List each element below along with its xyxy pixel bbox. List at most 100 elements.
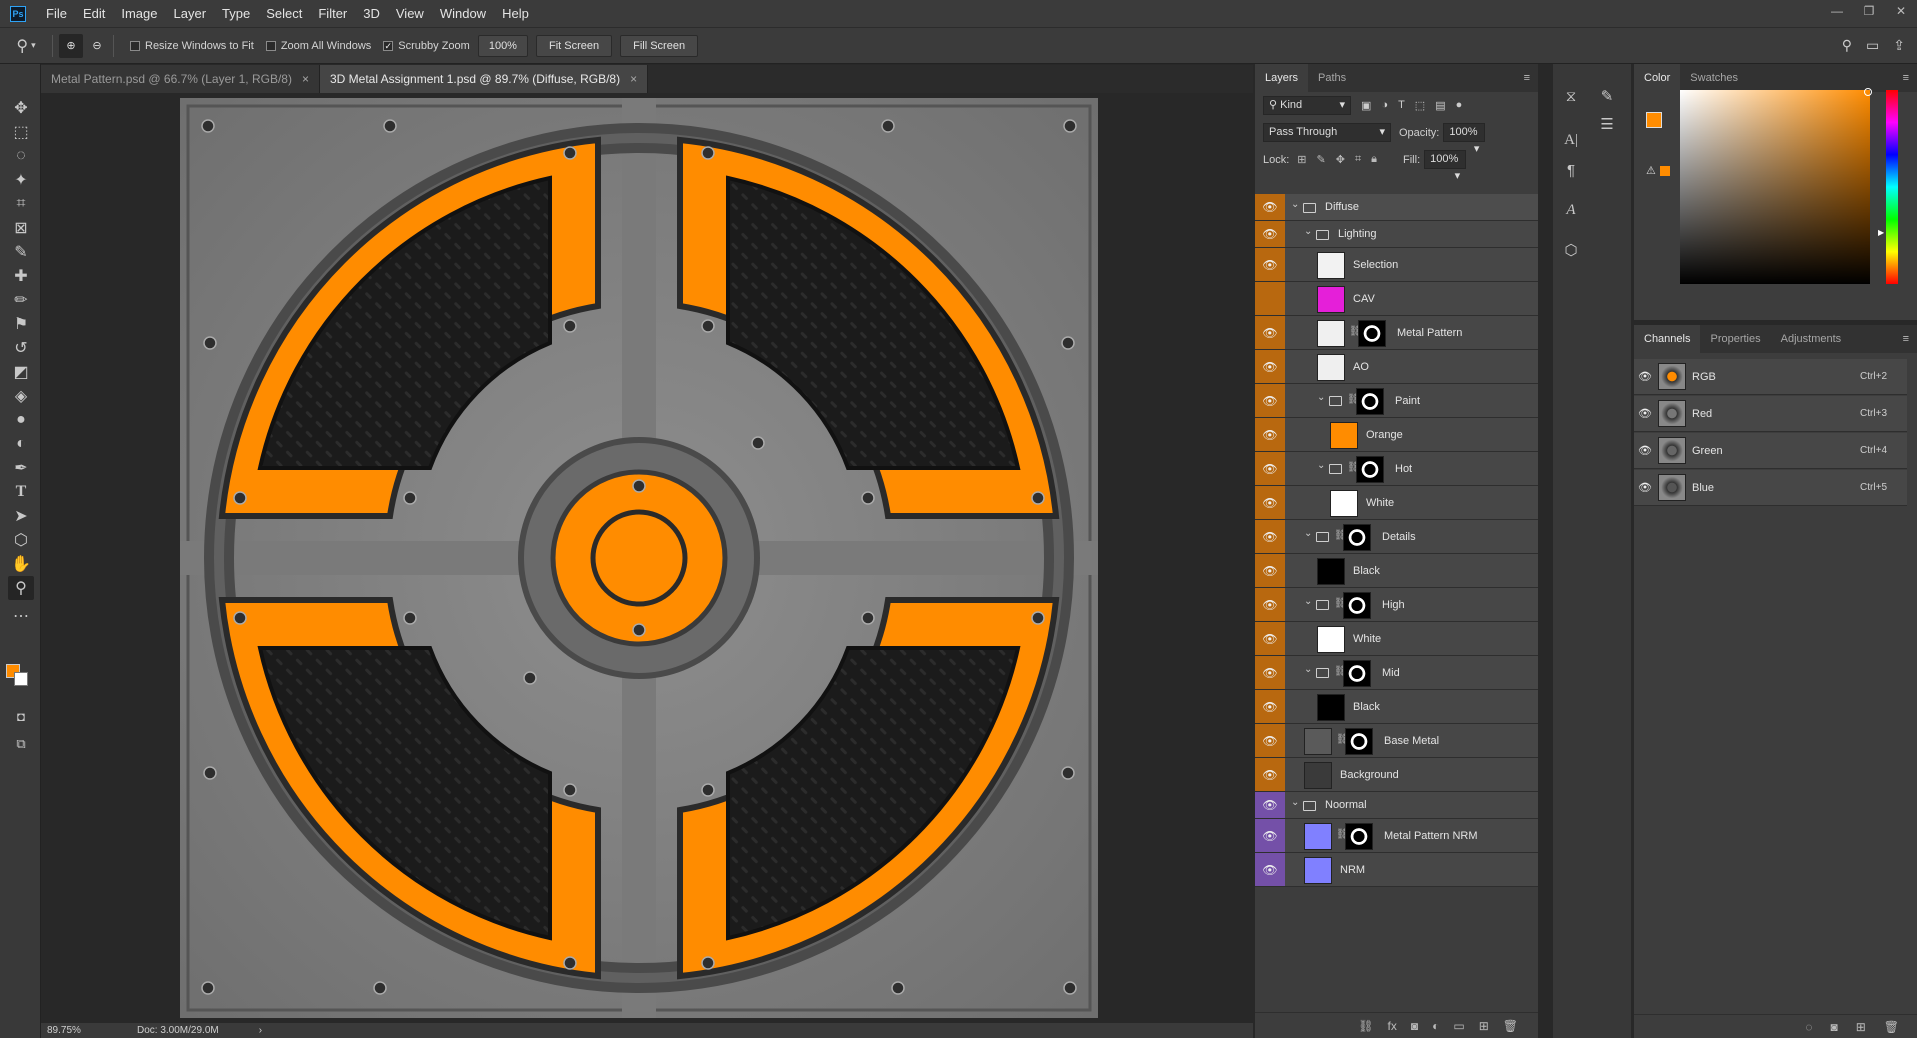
hue-slider[interactable]: [1886, 90, 1898, 284]
gamut-warning-icon[interactable]: ⚠: [1646, 164, 1656, 177]
3d-panel-icon[interactable]: ⬡: [1561, 240, 1581, 260]
opacity-field[interactable]: 100% ▾: [1443, 123, 1486, 155]
hue-slider-handle-icon[interactable]: ▶: [1878, 228, 1884, 237]
filter-pixel-icon[interactable]: ▣: [1361, 99, 1371, 112]
layer-thumbnail[interactable]: [1317, 286, 1345, 313]
layer-row[interactable]: 👁︎ Background: [1255, 758, 1538, 792]
menu-help[interactable]: Help: [494, 0, 537, 27]
channel-eye-icon[interactable]: 👁︎: [1634, 433, 1656, 468]
layer-group-row[interactable]: 👁︎ ⌄ ⛓ High: [1255, 588, 1538, 622]
healing-brush-tool-icon[interactable]: ✚: [8, 264, 34, 288]
channel-thumbnail[interactable]: [1658, 437, 1686, 464]
menu-edit[interactable]: Edit: [75, 0, 113, 27]
zoom-level[interactable]: 89.75%: [47, 1025, 107, 1036]
link-layers-icon[interactable]: ⛓: [1358, 1019, 1373, 1033]
visibility-eye-icon[interactable]: 👁︎: [1255, 690, 1285, 723]
delete-layer-icon[interactable]: 🗑︎: [1503, 1019, 1518, 1033]
layer-thumbnail[interactable]: [1304, 728, 1332, 755]
layer-thumbnail[interactable]: [1304, 823, 1332, 850]
filter-adjustment-icon[interactable]: ◑: [1381, 99, 1388, 112]
visibility-eye-icon[interactable]: 👁︎: [1255, 194, 1285, 220]
brush-tool-icon[interactable]: ✏: [8, 288, 34, 312]
channel-thumbnail[interactable]: [1658, 363, 1686, 390]
scrubby-zoom-checkbox[interactable]: ✓ Scrubby Zoom: [383, 40, 470, 52]
background-color-swatch[interactable]: [14, 672, 28, 686]
channel-row[interactable]: 👁︎ RGB Ctrl+2: [1634, 359, 1907, 395]
menu-3d[interactable]: 3D: [355, 0, 388, 27]
paint-bucket-tool-icon[interactable]: ◈: [8, 384, 34, 408]
panel-menu-icon[interactable]: ≡: [1524, 72, 1530, 84]
menu-window[interactable]: Window: [432, 0, 494, 27]
color-panel-menu-icon[interactable]: ≡: [1903, 72, 1909, 84]
visibility-eye-icon[interactable]: 👁︎: [1255, 418, 1285, 451]
history-panel-icon[interactable]: ⧖: [1561, 86, 1581, 106]
layer-thumbnail[interactable]: [1317, 558, 1345, 585]
layer-mask-thumbnail[interactable]: [1343, 524, 1371, 551]
blur-tool-icon[interactable]: ●: [8, 408, 34, 432]
eyedropper-tool-icon[interactable]: ✎: [8, 240, 34, 264]
channel-row[interactable]: 👁︎ Green Ctrl+4: [1634, 433, 1907, 469]
hand-tool-icon[interactable]: ✋: [8, 552, 34, 576]
expand-chevron-icon[interactable]: ⌄: [1304, 528, 1312, 539]
layer-mask-thumbnail[interactable]: [1358, 320, 1386, 347]
tab-channels[interactable]: Channels: [1634, 325, 1701, 353]
layer-row[interactable]: 👁︎ NRM: [1255, 853, 1538, 887]
lock-transparent-icon[interactable]: ⊞: [1297, 153, 1306, 166]
layer-group-row[interactable]: 👁︎ ⌄ ⛓ Details: [1255, 520, 1538, 554]
channel-row[interactable]: 👁︎ Blue Ctrl+5: [1634, 470, 1907, 506]
filter-toggle-icon[interactable]: ●: [1456, 99, 1463, 112]
fit-screen-button[interactable]: Fit Screen: [535, 34, 613, 57]
layer-mask-thumbnail[interactable]: [1345, 728, 1373, 755]
layer-row[interactable]: 👁︎ White: [1255, 622, 1538, 656]
save-selection-icon[interactable]: ◙: [1830, 1020, 1837, 1034]
layer-mask-thumbnail[interactable]: [1345, 823, 1373, 850]
visibility-eye-icon[interactable]: 👁︎: [1255, 554, 1285, 587]
zoom-tool-preset-icon[interactable]: ⚲ ▾: [6, 33, 46, 59]
visibility-eye-icon[interactable]: 👁︎: [1255, 486, 1285, 519]
channel-eye-icon[interactable]: 👁︎: [1634, 470, 1656, 505]
expand-chevron-icon[interactable]: ⌄: [1291, 199, 1299, 210]
filter-smart-object-icon[interactable]: ▤: [1435, 99, 1445, 112]
paragraph-panel-icon[interactable]: ¶: [1561, 160, 1581, 180]
lasso-tool-icon[interactable]: ◌: [8, 144, 34, 168]
layer-row[interactable]: 👁︎ Black: [1255, 554, 1538, 588]
workspace-icon[interactable]: ▭: [1866, 37, 1879, 54]
screen-mode-icon[interactable]: ⧉: [8, 732, 34, 756]
zoom-in-icon[interactable]: ⊕: [59, 33, 83, 58]
layer-thumbnail[interactable]: [1304, 762, 1332, 789]
channels-menu-icon[interactable]: ≡: [1903, 333, 1909, 345]
fill-screen-button[interactable]: Fill Screen: [620, 34, 699, 57]
menu-type[interactable]: Type: [214, 0, 258, 27]
status-arrow-icon[interactable]: ›: [259, 1025, 262, 1036]
layer-row[interactable]: 👁︎ ⛓ Base Metal: [1255, 724, 1538, 758]
layer-row[interactable]: 👁︎ Selection: [1255, 248, 1538, 282]
delete-channel-icon[interactable]: 🗑︎: [1884, 1020, 1899, 1034]
adjustment-layer-icon[interactable]: ◐: [1432, 1019, 1439, 1033]
clone-stamp-tool-icon[interactable]: ⚑: [8, 312, 34, 336]
layer-mask-thumbnail[interactable]: [1356, 456, 1384, 483]
layer-row[interactable]: 👁︎ White: [1255, 486, 1538, 520]
visibility-eye-icon[interactable]: 👁︎: [1255, 452, 1285, 485]
layer-thumbnail[interactable]: [1317, 320, 1345, 347]
filter-shape-icon[interactable]: ⬚: [1415, 99, 1425, 112]
tab-swatches[interactable]: Swatches: [1680, 64, 1748, 92]
eraser-tool-icon[interactable]: ◩: [8, 360, 34, 384]
channel-eye-icon[interactable]: 👁︎: [1634, 396, 1656, 431]
layer-group-row[interactable]: 👁︎ ⌄ Diffuse: [1255, 194, 1538, 221]
close-tab-icon[interactable]: ×: [302, 72, 309, 86]
document-canvas[interactable]: [180, 98, 1098, 1018]
new-group-icon[interactable]: ▭: [1453, 1019, 1464, 1033]
channel-thumbnail[interactable]: [1658, 400, 1686, 427]
share-icon[interactable]: ⇪: [1893, 37, 1905, 54]
character-panel-icon[interactable]: A|: [1561, 130, 1581, 150]
tab-adjustments[interactable]: Adjustments: [1771, 325, 1852, 353]
visibility-eye-icon[interactable]: 👁︎: [1255, 792, 1285, 818]
brush-presets-icon[interactable]: ☰: [1597, 114, 1617, 134]
visibility-eye-icon[interactable]: 👁︎: [1255, 588, 1285, 621]
channel-thumbnail[interactable]: [1658, 474, 1686, 501]
path-selection-tool-icon[interactable]: ➤: [8, 504, 34, 528]
crop-tool-icon[interactable]: ⌗: [8, 192, 34, 216]
layer-row[interactable]: 👁︎ ⛓ Metal Pattern NRM: [1255, 819, 1538, 853]
visibility-eye-icon[interactable]: 👁︎: [1255, 853, 1285, 886]
type-tool-icon[interactable]: T: [8, 480, 34, 504]
